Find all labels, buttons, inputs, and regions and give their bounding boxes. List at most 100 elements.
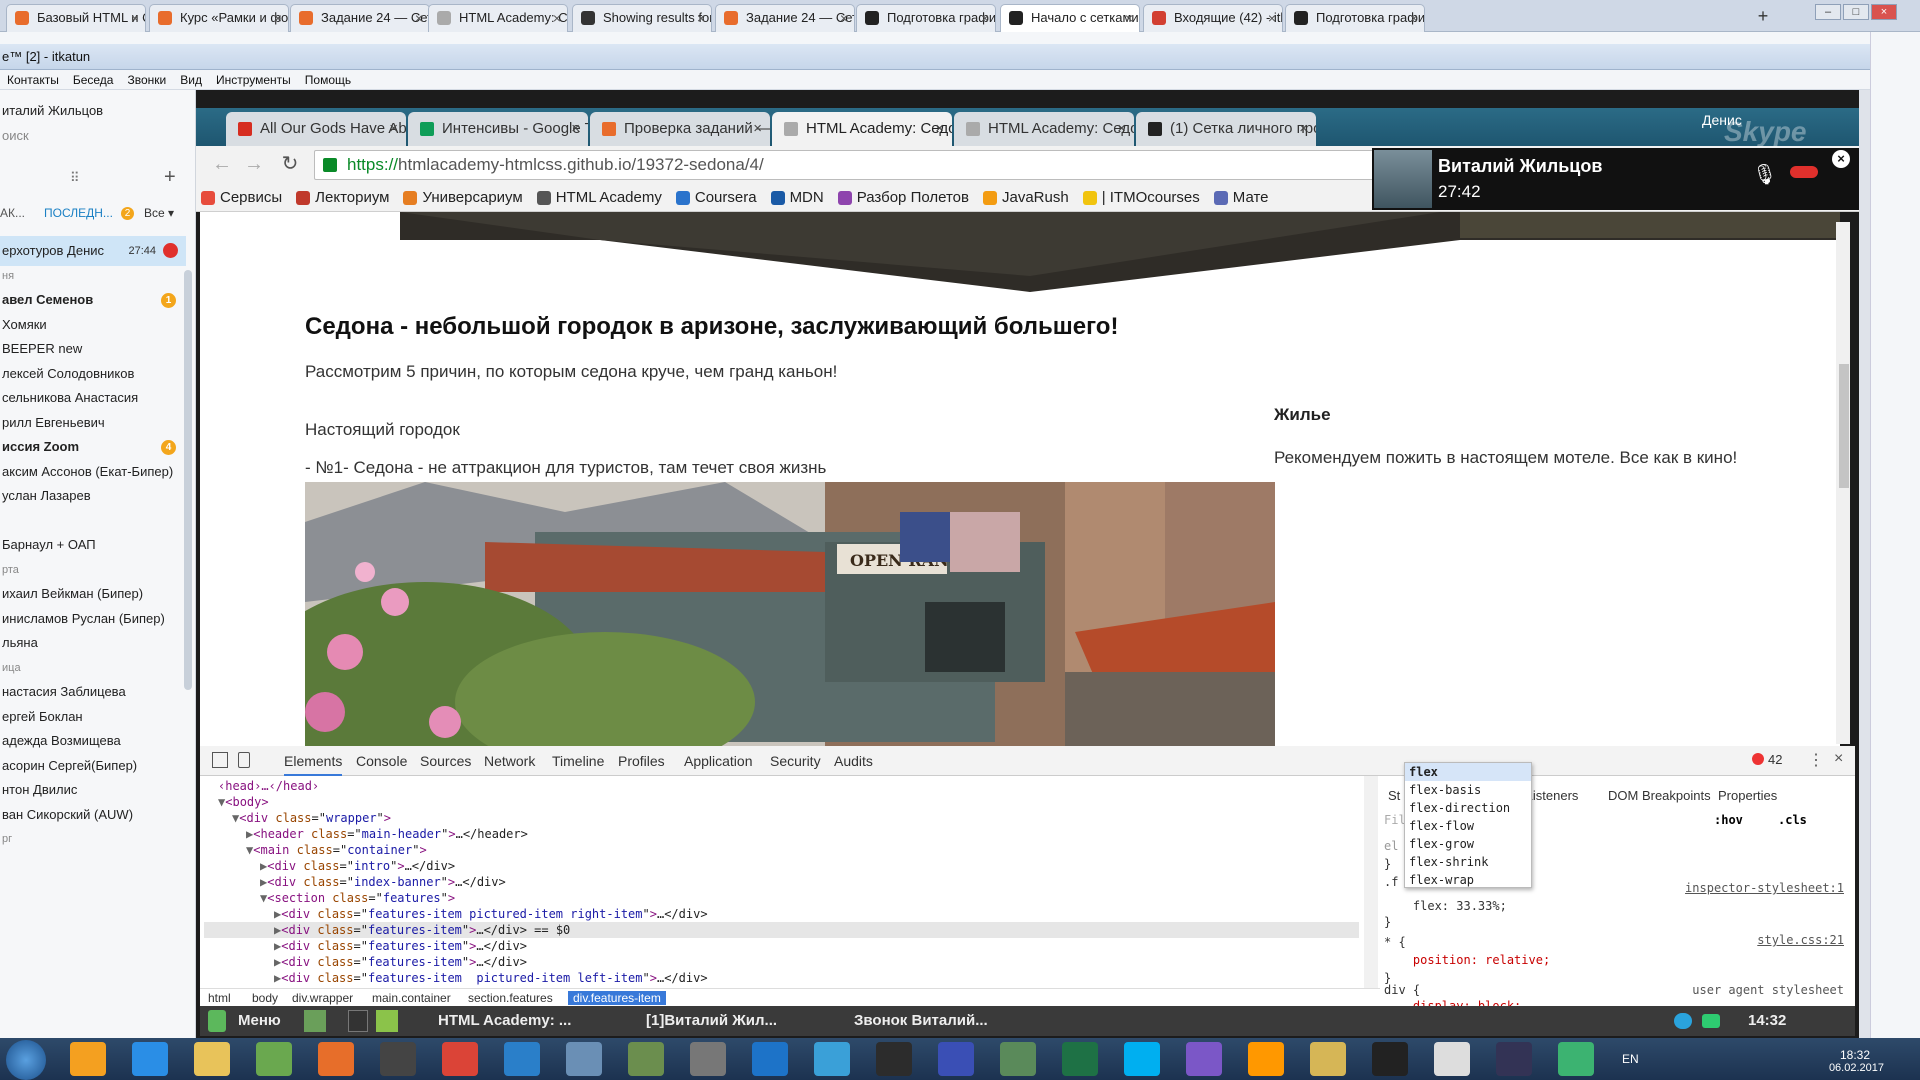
filter-recent[interactable]: ПОСЛЕДН... [44, 206, 113, 220]
sidebar-scrollbar[interactable] [184, 270, 192, 690]
folder-icon[interactable] [376, 1010, 398, 1032]
outer-tab[interactable]: Курс «Рамки и фон...× [149, 4, 289, 32]
explorer-icon[interactable] [194, 1042, 230, 1076]
ie-icon[interactable] [132, 1042, 168, 1076]
hov-toggle[interactable]: :hov [1714, 812, 1743, 828]
maximize-window-button[interactable]: □ [1843, 4, 1869, 20]
devtools-tab[interactable]: Application [684, 753, 753, 769]
monitor-icon[interactable] [1000, 1042, 1036, 1076]
sublime-icon[interactable] [1248, 1042, 1284, 1076]
autocomplete-option[interactable]: flex-basis [1405, 781, 1531, 799]
tab-close-icon[interactable]: × [1410, 5, 1418, 31]
autocomplete-option[interactable]: flex-wrap [1405, 871, 1531, 889]
breadcrumb-item[interactable]: div.wrapper [292, 991, 353, 1005]
phone-icon[interactable] [504, 1042, 540, 1076]
search-input[interactable]: оиск [0, 121, 186, 151]
autocomplete-option[interactable]: flex-grow [1405, 835, 1531, 853]
devtools-tab[interactable]: Profiles [618, 753, 665, 769]
panel-window-1[interactable]: HTML Academy: ... [416, 1010, 571, 1032]
skype-icon[interactable] [1124, 1042, 1160, 1076]
teamviewer-icon[interactable] [752, 1042, 788, 1076]
tab-close-icon[interactable]: × [389, 112, 398, 146]
new-tab-button[interactable]: + [1750, 6, 1776, 28]
css-autocomplete[interactable]: flex flex-basis flex-direction flex-flow fle… [1404, 762, 1532, 888]
outer-tab[interactable]: Подготовка графи... × [856, 4, 996, 32]
kebab-menu-icon[interactable]: ⋮ [1808, 750, 1824, 770]
address-bar[interactable]: https://htmlacademy-htmlcss.github.io/19… [314, 150, 1374, 180]
outer-tab[interactable]: Задание 24 — Сетк...× [290, 4, 430, 32]
devtools-tab[interactable]: Security [770, 753, 821, 769]
autocomplete-option[interactable]: flex-flow [1405, 817, 1531, 835]
slack-icon[interactable] [1558, 1042, 1594, 1076]
autocomplete-option[interactable]: flex [1405, 763, 1531, 781]
close-devtools-icon[interactable]: × [1834, 750, 1843, 768]
rider-icon[interactable] [1496, 1042, 1532, 1076]
outer-tab[interactable]: Задание 24 — Сетк...× [715, 4, 855, 32]
stylesheet-link[interactable]: style.css:21 [1757, 932, 1844, 948]
filter-all[interactable]: Все ▾ [144, 206, 174, 220]
breadcrumb-item[interactable]: div.features-item [568, 991, 666, 1005]
bookmark-item[interactable]: Разбор Полетов [833, 186, 978, 210]
back-button[interactable]: ← [210, 152, 234, 176]
tab-close-icon[interactable]: × [1299, 112, 1308, 146]
stylesheet-link[interactable]: inspector-stylesheet:1 [1685, 880, 1844, 896]
telegram-icon[interactable] [1674, 1013, 1692, 1029]
skype-menu-item[interactable]: Звонки [120, 70, 173, 90]
dom-node[interactable]: ‹head›…‹/head› [204, 778, 1359, 794]
chrome-icon[interactable] [442, 1042, 478, 1076]
error-count[interactable]: 42 [1768, 752, 1782, 767]
dom-node[interactable]: ▼<body> [204, 794, 1359, 810]
bookmark-item[interactable]: Лекториум [291, 186, 398, 210]
forward-button[interactable]: → [242, 152, 266, 176]
breadcrumb-item[interactable]: section.features [468, 991, 553, 1005]
dom-node[interactable]: ▶<div class="features-item">…</div> [204, 938, 1359, 954]
outer-tab[interactable]: Подготовка графи... × [1285, 4, 1425, 32]
device-mode-icon[interactable] [238, 752, 250, 768]
dom-node[interactable]: ▶<div class="features-item">…</div> == $… [204, 922, 1359, 938]
notepad-icon[interactable] [256, 1042, 292, 1076]
skype-menu-item[interactable]: Помощь [298, 70, 358, 90]
reload-button[interactable]: ↻ [278, 152, 302, 176]
devtools-tab[interactable]: Network [484, 753, 535, 769]
github-icon[interactable] [1186, 1042, 1222, 1076]
language-indicator[interactable]: EN [1622, 1052, 1639, 1066]
call-overlay[interactable]: Виталий Жильцов 27:42 🎙 × Skype [1372, 116, 1859, 210]
start-button[interactable] [6, 1040, 46, 1080]
hs-icon[interactable] [876, 1042, 912, 1076]
mic-icon[interactable]: 🎙 [1752, 162, 1777, 187]
cls-toggle[interactable]: .cls [1778, 812, 1807, 828]
bookmark-item[interactable]: Сервисы [196, 186, 291, 210]
menu-icon[interactable] [208, 1010, 226, 1032]
panel-window-3[interactable]: Звонок Виталий... [832, 1010, 988, 1032]
skype-menu-item[interactable]: Инструменты [209, 70, 298, 90]
panel-window-2[interactable]: [1]Виталий Жил... [624, 1010, 777, 1032]
database-icon[interactable] [690, 1042, 726, 1076]
outer-tab[interactable]: Входящие (42) - itk...× [1143, 4, 1283, 32]
autocomplete-option[interactable]: flex-shrink [1405, 853, 1531, 871]
style-rule-line[interactable]: * { [1384, 934, 1406, 950]
dom-node[interactable]: ▼<main class="container"> [204, 842, 1359, 858]
firefox-icon[interactable] [318, 1042, 354, 1076]
files-icon[interactable] [304, 1010, 326, 1032]
turtle-icon[interactable] [628, 1042, 664, 1076]
breadcrumb-item[interactable]: body [252, 991, 278, 1005]
tab-close-icon[interactable]: × [553, 5, 561, 31]
inner-tab[interactable]: Интенсивы - Google T × [408, 112, 588, 146]
outer-tab[interactable]: Базовый HTML и С...× [6, 4, 146, 32]
dom-node[interactable]: ▶<header class="main-header">…</header> [204, 826, 1359, 842]
dom-node[interactable]: ▼<div class="wrapper"> [204, 810, 1359, 826]
headphones-icon[interactable] [380, 1042, 416, 1076]
filter-contacts[interactable]: АК... [0, 206, 25, 220]
autocomplete-option[interactable]: flex-direction [1405, 799, 1531, 817]
close-icon[interactable]: × [1832, 150, 1850, 168]
add-contact-button[interactable]: + [164, 166, 176, 189]
bookmark-item[interactable]: HTML Academy [532, 186, 671, 210]
tab-close-icon[interactable]: × [571, 112, 580, 146]
tab-close-icon[interactable]: × [981, 5, 989, 31]
archive-icon[interactable] [1434, 1042, 1470, 1076]
devtools-tab[interactable]: Sources [420, 753, 471, 769]
inspect-element-icon[interactable] [212, 752, 228, 768]
style-rule-line[interactable]: flex: 33.33%; [1384, 898, 1507, 914]
network-icon[interactable] [566, 1042, 602, 1076]
minimize-window-button[interactable]: – [1815, 4, 1841, 20]
